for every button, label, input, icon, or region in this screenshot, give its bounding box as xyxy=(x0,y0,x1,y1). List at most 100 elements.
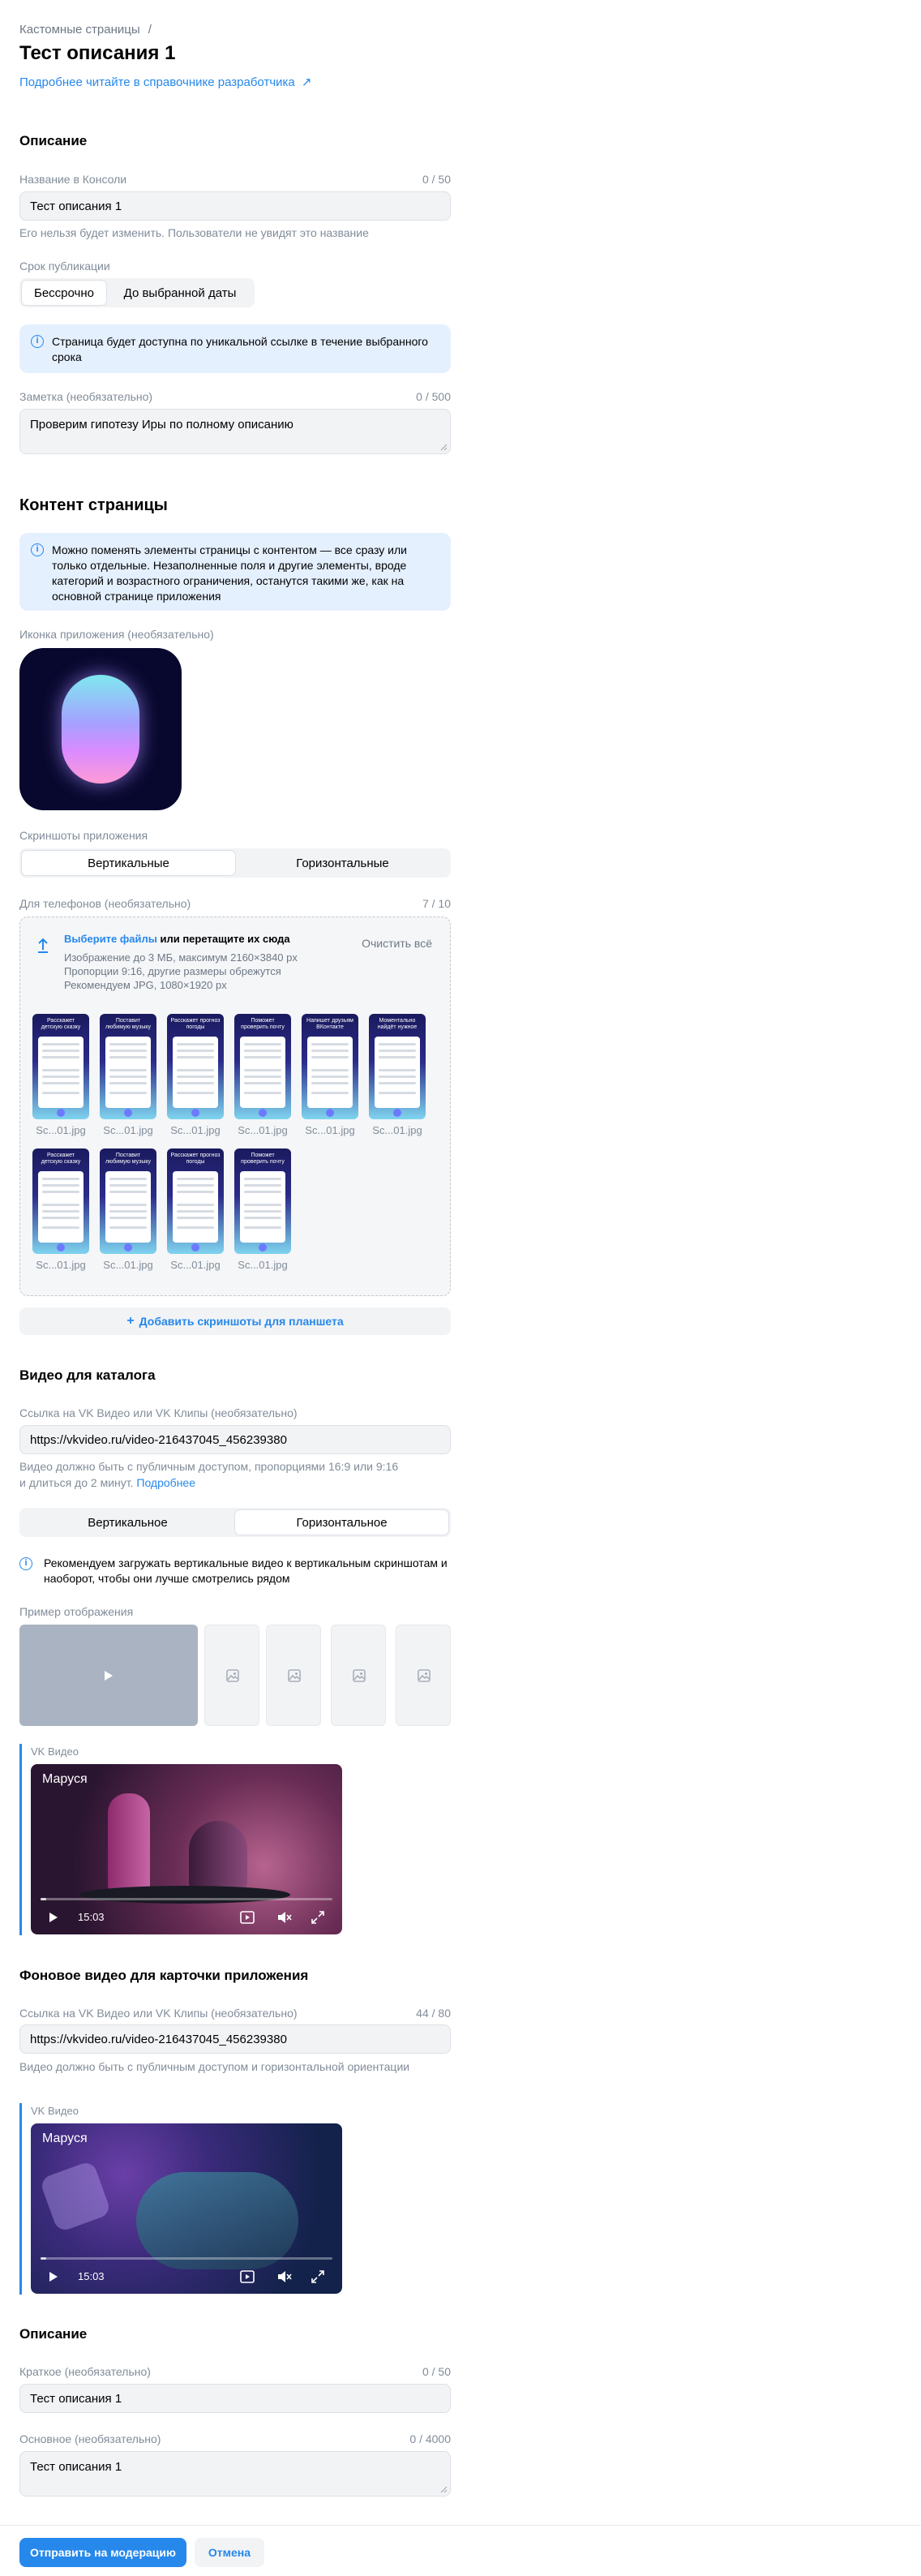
catalog-video-hint-line1: Видео должно быть с публичным доступом, … xyxy=(19,1460,399,1473)
info-icon: i xyxy=(19,1557,32,1570)
catalog-video-input[interactable]: https://vkvideo.ru/video-216437045_45623… xyxy=(19,1425,451,1454)
video-orientation-tabs: Вертикальное Горизонтальное xyxy=(19,1508,451,1537)
screenshot-thumbnail[interactable]: Расскажет прогноз погоды xyxy=(167,1148,224,1254)
screenshot-thumbnail[interactable]: Моментально найдёт нужное xyxy=(369,1014,426,1119)
screenshot-button-dot xyxy=(191,1243,199,1252)
publication-info-text: Страница будет доступна по уникальной сс… xyxy=(52,335,428,363)
miniplayer-icon[interactable] xyxy=(240,2270,255,2283)
player-progress[interactable] xyxy=(41,2257,332,2260)
publication-label: Срок публикации xyxy=(19,260,110,273)
screenshot-thumbnail[interactable]: Напишет друзьям ВКонтакте xyxy=(302,1014,358,1119)
screenshot-caption: Расскажет детскую сказку xyxy=(41,1018,81,1030)
play-icon[interactable] xyxy=(49,2271,58,2282)
screenshot-thumbnail[interactable]: Поставит любимую музыку xyxy=(100,1148,156,1254)
background-video-label: Ссылка на VK Видео или VK Клипы (необяза… xyxy=(19,2007,298,2020)
screenshot-thumbnail[interactable]: Поможет проверить почту xyxy=(234,1148,291,1254)
breadcrumb: Кастомные страницы / xyxy=(19,23,152,36)
drag-text: или перетащите их сюда xyxy=(156,933,290,945)
app-icon-label: Иконка приложения (необязательно) xyxy=(19,628,214,641)
resize-handle-icon[interactable] xyxy=(439,2485,448,2493)
section-heading-background-video: Фоновое видео для карточки приложения xyxy=(19,1968,309,1983)
app-icon-image[interactable] xyxy=(19,648,182,810)
choose-files-link[interactable]: Выберите файлы xyxy=(64,933,157,945)
screenshot-caption: Расскажет детскую сказку xyxy=(41,1153,81,1165)
footer-divider xyxy=(0,2525,921,2526)
add-tablet-screenshots-button[interactable]: + Добавить скриншоты для планшета xyxy=(19,1307,451,1335)
tab-horizontal[interactable]: Горизонтальные xyxy=(236,850,449,876)
publication-option-forever[interactable]: Бессрочно xyxy=(21,280,107,306)
miniplayer-icon[interactable] xyxy=(240,1911,255,1924)
screenshot-filename: Sc...01.jpg xyxy=(103,1124,153,1136)
video-recommendation-text: Рекомендуем загружать вертикальные видео… xyxy=(44,1556,448,1585)
app-icon-glow xyxy=(62,675,139,784)
fullscreen-icon[interactable] xyxy=(311,1911,324,1924)
background-video-player[interactable]: Маруся 15:03 xyxy=(31,2123,342,2294)
info-icon: i xyxy=(31,543,44,556)
screenshot-button-dot xyxy=(191,1109,199,1117)
play-icon[interactable] xyxy=(49,1912,58,1923)
tab-video-vertical[interactable]: Вертикальное xyxy=(21,1509,234,1535)
section-heading-content: Контент страницы xyxy=(19,496,168,514)
screenshot-thumbnail[interactable]: Расскажет прогноз погоды xyxy=(167,1014,224,1119)
external-link-icon: ↗ xyxy=(301,75,312,89)
tab-video-horizontal[interactable]: Горизонтальное xyxy=(234,1509,449,1535)
section-heading-description: Описание xyxy=(19,133,88,148)
page-title: Тест описания 1 xyxy=(19,42,176,64)
vk-video-source-label: VK Видео xyxy=(31,1745,79,1758)
note-counter: 0 / 500 xyxy=(416,390,451,403)
screenshot-thumbnail[interactable]: Расскажет детскую сказку xyxy=(32,1014,89,1119)
background-video-hint: Видео должно быть с публичным доступом и… xyxy=(19,2060,410,2073)
add-tablet-label: Добавить скриншоты для планшета xyxy=(139,1315,344,1328)
breadcrumb-item[interactable]: Кастомные страницы xyxy=(19,23,140,36)
speaker-shape xyxy=(189,1821,247,1891)
preview-image-slot xyxy=(331,1625,386,1726)
screenshot-thumbnail[interactable]: Расскажет детскую сказку xyxy=(32,1148,89,1254)
mute-icon[interactable] xyxy=(277,2270,292,2283)
cancel-button[interactable]: Отмена xyxy=(195,2538,264,2567)
publication-option-until-date[interactable]: До выбранной даты xyxy=(107,280,253,306)
background-video-input[interactable]: https://vkvideo.ru/video-216437045_45623… xyxy=(19,2024,451,2054)
screenshot-filename: Sc...01.jpg xyxy=(103,1259,153,1271)
player-progress-fill xyxy=(41,1898,47,1900)
screenshot-filename: Sc...01.jpg xyxy=(238,1259,288,1271)
catalog-video-player[interactable]: Маруся 15:03 xyxy=(31,1764,342,1934)
info-icon: i xyxy=(31,335,44,348)
player-progress[interactable] xyxy=(41,1898,332,1900)
player-title: Маруся xyxy=(42,1772,88,1786)
screenshot-button-dot xyxy=(57,1109,65,1117)
mute-icon[interactable] xyxy=(277,1911,292,1924)
screenshot-phone-screen xyxy=(105,1171,151,1243)
section-heading-catalog-video: Видео для каталога xyxy=(19,1367,156,1383)
image-placeholder-icon xyxy=(353,1669,366,1682)
more-link[interactable]: Подробнее xyxy=(136,1476,195,1489)
phones-counter: 7 / 10 xyxy=(422,897,451,910)
table-shape xyxy=(79,1886,290,1904)
resize-handle-icon[interactable] xyxy=(439,443,448,451)
screenshot-caption: Поставит любимую музыку xyxy=(105,1153,152,1165)
note-label: Заметка (необязательно) xyxy=(19,390,153,403)
screenshot-thumbnail[interactable]: Поможет проверить почту xyxy=(234,1014,291,1119)
dev-guide-link[interactable]: Подробнее читайте в справочнике разработ… xyxy=(19,75,312,89)
breadcrumb-separator: / xyxy=(148,23,152,36)
note-text: Проверим гипотезу Иры по полному описани… xyxy=(30,418,293,431)
plus-icon: + xyxy=(126,1314,135,1328)
fullscreen-icon[interactable] xyxy=(311,2270,324,2283)
screenshot-thumbnail[interactable]: Поставит любимую музыку xyxy=(100,1014,156,1119)
clear-all-button[interactable]: Очистить всё xyxy=(362,937,432,950)
catalog-video-hint-line2: и длиться до 2 минут. Подробнее xyxy=(19,1475,398,1491)
video-accent-line xyxy=(19,1744,22,1935)
full-description-textarea[interactable]: Тест описания 1 xyxy=(19,2451,451,2497)
tab-vertical[interactable]: Вертикальные xyxy=(21,850,236,876)
screenshot-button-dot xyxy=(124,1243,132,1252)
note-textarea[interactable]: Проверим гипотезу Иры по полному описани… xyxy=(19,409,451,454)
image-placeholder-icon xyxy=(226,1669,239,1682)
glow-shape xyxy=(39,2160,112,2233)
screenshot-phone-screen xyxy=(105,1037,151,1108)
screenshot-phone-screen xyxy=(173,1171,218,1243)
submit-moderation-button[interactable]: Отправить на модерацию xyxy=(19,2538,186,2567)
preview-video-slot xyxy=(19,1625,198,1726)
screenshot-caption: Напишет друзьям ВКонтакте xyxy=(306,1018,353,1030)
short-description-input[interactable]: Тест описания 1 xyxy=(19,2384,451,2413)
console-name-input[interactable]: Тест описания 1 xyxy=(19,191,451,221)
screenshot-phone-screen xyxy=(38,1037,84,1108)
